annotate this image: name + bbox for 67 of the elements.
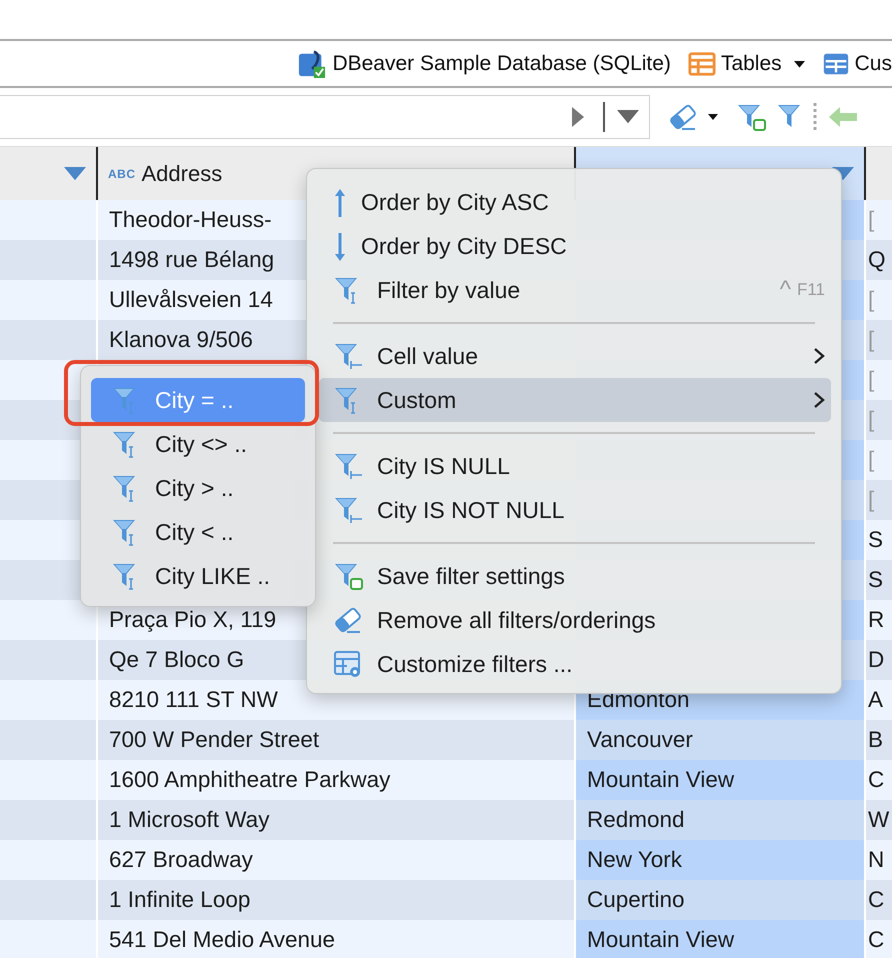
menu-item[interactable]: City IS NOT NULL [319, 488, 831, 532]
table-cell-text: [ [867, 206, 876, 234]
history-dropdown-icon[interactable] [617, 110, 639, 124]
table-cell-text: C [867, 926, 886, 954]
table-cell-text: [ [867, 446, 876, 474]
table-cell-text: A [867, 686, 884, 714]
menu-item-label: Customize filters ... [377, 650, 573, 679]
chevron-right-icon [813, 347, 825, 365]
breadcrumb-link[interactable]: DBeaver Sample Database (SQLite) [332, 48, 671, 80]
filter-icon [333, 451, 363, 481]
chevron-right-icon [813, 391, 825, 409]
table-cell-text: W [867, 806, 890, 834]
filter-input-field[interactable] [0, 95, 650, 139]
table-cell-text: [ [867, 366, 876, 394]
table-cell-text: [ [867, 406, 876, 434]
menu-item[interactable]: Save filter settings [319, 554, 831, 598]
table-cell-text: R [867, 606, 886, 634]
menu-item-label: Save filter settings [377, 562, 565, 591]
menu-item-label: City <> .. [155, 430, 248, 459]
menu-item[interactable]: City IS NULL [319, 444, 831, 488]
table-cell-text: S [867, 526, 884, 554]
breadcrumb-link[interactable]: Tables [720, 48, 805, 80]
type-label: ABC [108, 166, 136, 182]
table-cell-text: C [867, 766, 886, 794]
table-cell-text: Q [867, 246, 887, 274]
customize-filters-icon [333, 649, 363, 679]
filter-icon [333, 341, 363, 371]
table-cell-text: S [867, 566, 884, 594]
sort-descending-icon [333, 231, 347, 261]
table-cell-text: [ [867, 326, 876, 354]
caret-icon[interactable] [708, 114, 718, 120]
filter-save-icon [333, 561, 363, 591]
toolbar-divider [812, 101, 818, 133]
table-cell-text: D [867, 646, 886, 674]
menu-item[interactable]: City < .. [91, 510, 305, 554]
menu-item-label: City LIKE .. [155, 562, 270, 591]
menu-item-label: City IS NULL [377, 452, 510, 481]
column-title: Address [142, 160, 222, 188]
table-cell: Mountain View [576, 920, 866, 958]
table-icon [686, 50, 717, 78]
table-cell: Mountain View [576, 760, 866, 800]
shortcut-label: ^ F11 [780, 277, 825, 303]
table-cell: Vancouver [576, 720, 866, 760]
filter-icon [333, 495, 363, 525]
menu-item-label: City = .. [155, 386, 234, 415]
filter-dropdown-icon[interactable] [64, 166, 86, 180]
menu-item[interactable]: City > .. [91, 466, 305, 510]
table-cell-text: [ [867, 486, 876, 514]
table-cell: New York [576, 840, 866, 880]
sort-ascending-icon [333, 187, 347, 217]
run-filter-icon[interactable] [571, 106, 585, 128]
filter-save-icon[interactable] [736, 102, 766, 132]
table-cell-text: C [867, 886, 886, 914]
dropdown-caret-icon[interactable] [794, 60, 805, 68]
breadcrumb-link[interactable]: Cus [854, 48, 892, 80]
table-cell: Cupertino [576, 880, 866, 920]
menu-item[interactable]: Custom [319, 378, 831, 422]
table-cell-text: N [867, 846, 886, 874]
table-cell-text: B [867, 726, 884, 754]
menu-item[interactable]: City <> .. [91, 422, 305, 466]
menu-item[interactable]: City LIKE .. [91, 554, 305, 598]
menu-item-label: Custom [377, 386, 456, 415]
table-cell-text: [ [867, 286, 876, 314]
table-cell: Redmond [576, 800, 866, 840]
menu-item-label: City > .. [155, 474, 234, 503]
menu-item-label: City < .. [155, 518, 234, 547]
menu-item-label: City IS NOT NULL [377, 496, 564, 525]
